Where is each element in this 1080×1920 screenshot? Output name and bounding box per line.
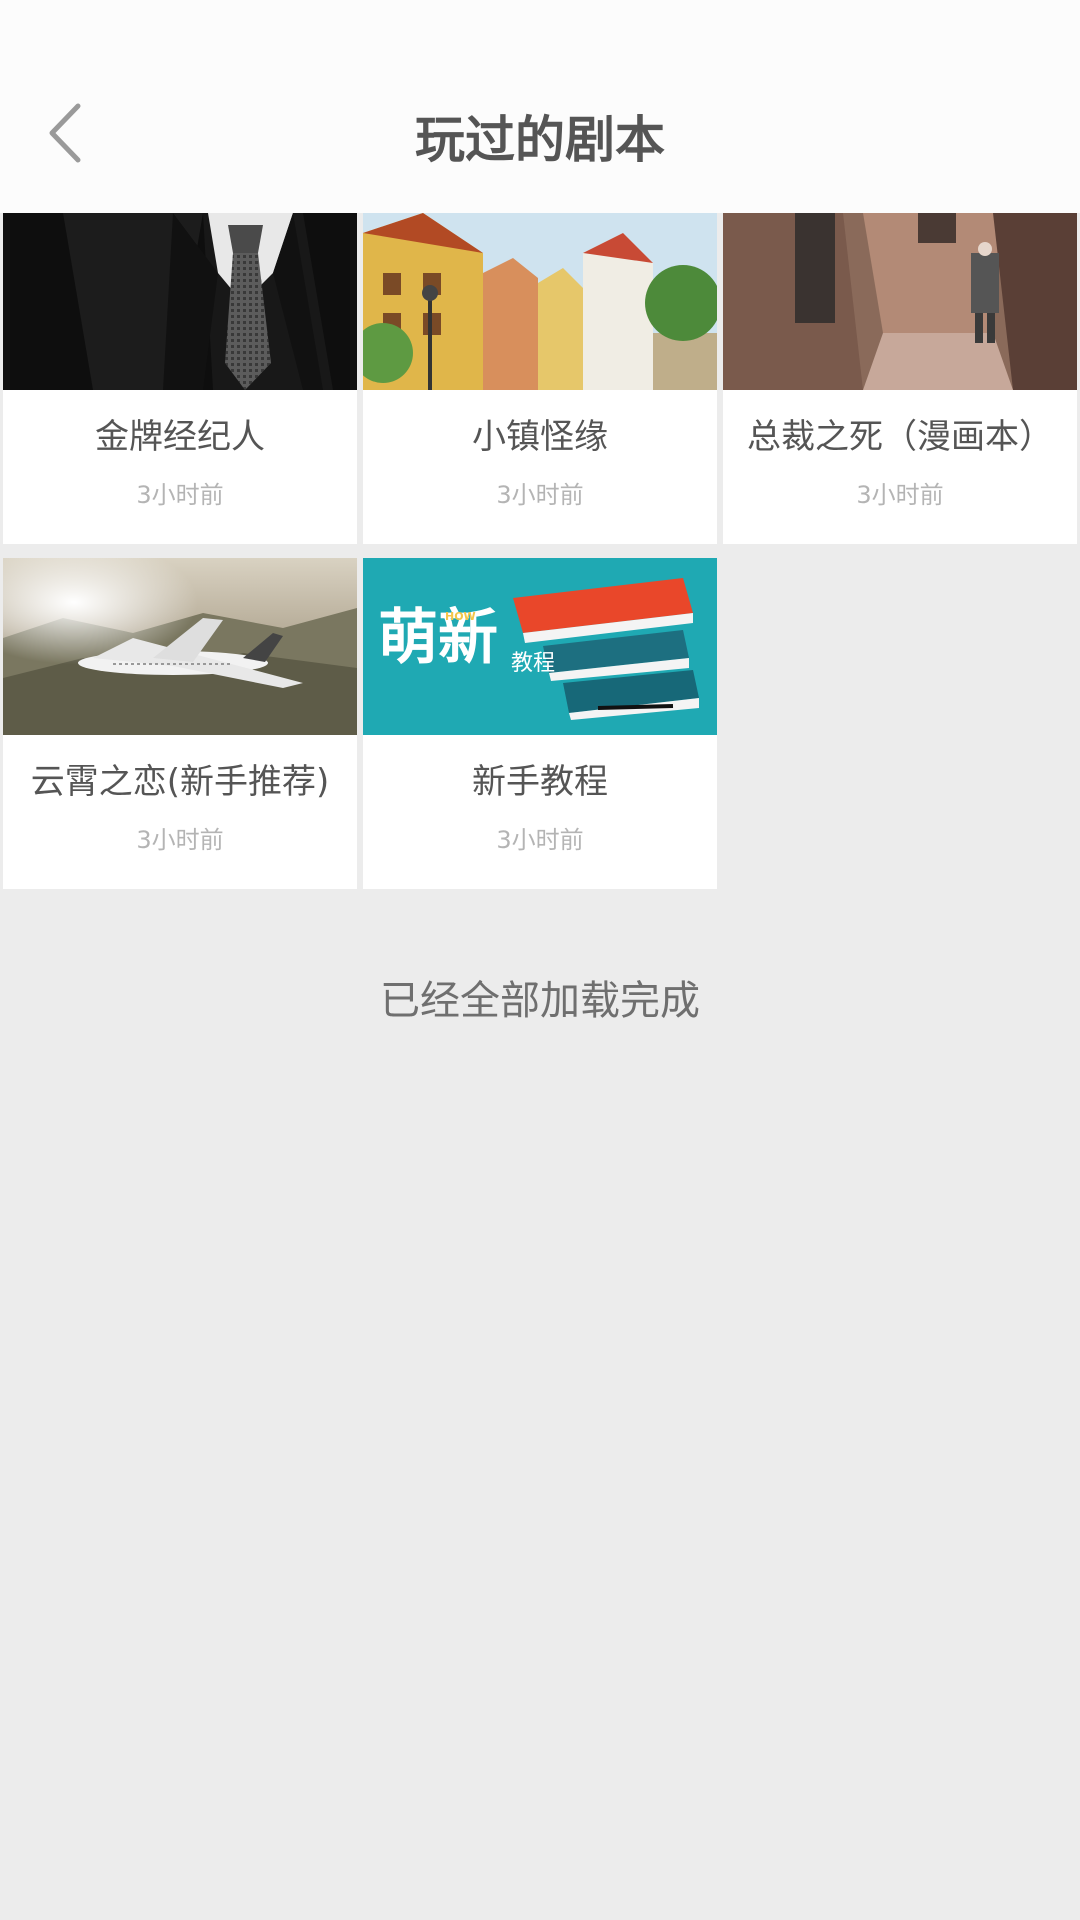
- script-card[interactable]: 萌新 HOW 教程 新手教程 3小时前: [363, 558, 717, 889]
- played-time: 3小时前: [136, 826, 224, 854]
- script-card[interactable]: 云霄之恋(新手推荐) 3小时前: [3, 558, 357, 889]
- script-thumbnail: [3, 213, 357, 390]
- script-thumbnail: [723, 213, 1077, 390]
- script-card[interactable]: 金牌经纪人 3小时前: [3, 213, 357, 544]
- tutorial-big-text: 萌新: [378, 603, 498, 673]
- script-thumbnail: [3, 558, 357, 735]
- script-title: 小镇怪缘: [472, 417, 608, 457]
- script-thumbnail: [363, 213, 717, 390]
- played-time: 3小时前: [136, 481, 224, 509]
- script-title: 云霄之恋(新手推荐): [30, 762, 330, 802]
- script-card[interactable]: 小镇怪缘 3小时前: [363, 213, 717, 544]
- load-complete-message: 已经全部加载完成: [380, 978, 700, 1024]
- script-title: 新手教程: [472, 762, 608, 802]
- script-title: 金牌经纪人: [95, 417, 265, 457]
- page-title: 玩过的剧本: [415, 111, 665, 169]
- tutorial-sub-text: 教程: [511, 651, 555, 676]
- played-time: 3小时前: [496, 481, 584, 509]
- script-title: 总裁之死（漫画本）: [747, 417, 1053, 457]
- played-time: 3小时前: [856, 481, 944, 509]
- script-thumbnail: 萌新 HOW 教程: [363, 558, 717, 735]
- top-bar: 玩过的剧本: [0, 0, 1080, 213]
- played-time: 3小时前: [496, 826, 584, 854]
- tutorial-tag-text: HOW: [445, 610, 476, 623]
- script-card[interactable]: 总裁之死（漫画本） 3小时前: [723, 213, 1077, 544]
